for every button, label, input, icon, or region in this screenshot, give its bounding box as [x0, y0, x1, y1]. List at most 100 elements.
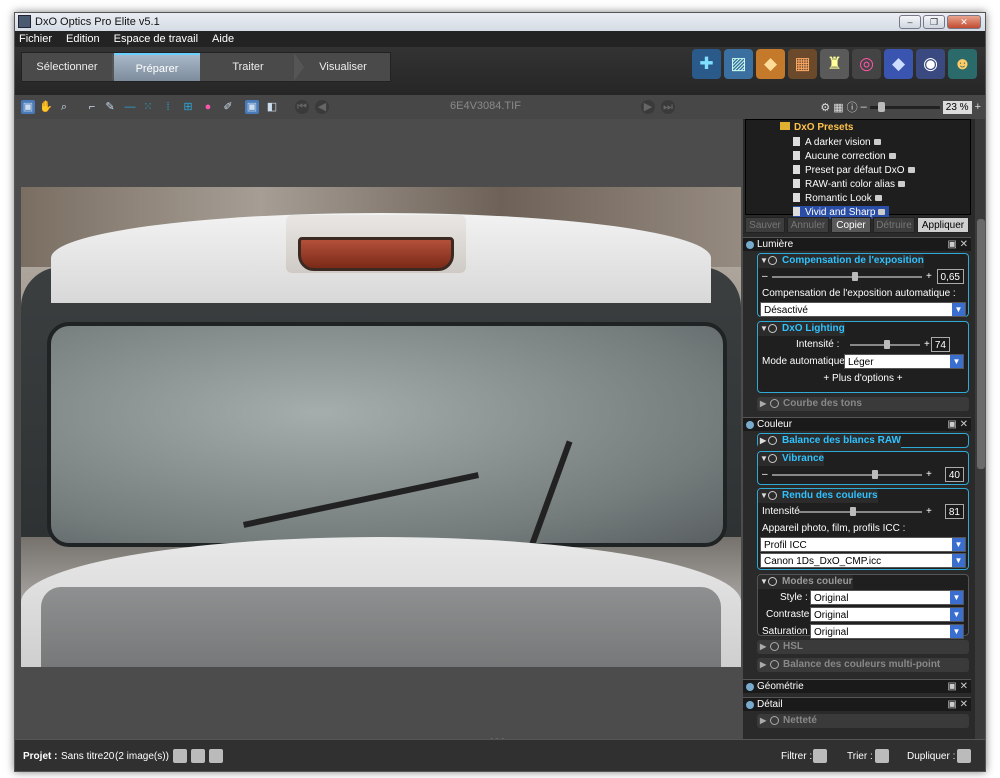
- fit-view-icon[interactable]: ▣: [21, 100, 35, 114]
- color-modes-header[interactable]: Modes couleur: [758, 575, 853, 589]
- plus-icon[interactable]: +: [924, 336, 930, 353]
- palette-lumiere[interactable]: Lumière ▣ ✕: [743, 237, 971, 251]
- lighting-intensity-value[interactable]: 74: [930, 337, 950, 352]
- perspective-icon[interactable]: ⊞: [181, 100, 195, 114]
- hand-icon[interactable]: ✋: [39, 100, 53, 114]
- geometry-cube-icon[interactable]: ◆: [884, 49, 913, 79]
- info-icon[interactable]: ⓘ: [847, 99, 858, 115]
- apply-preset-button[interactable]: Appliquer: [917, 217, 969, 233]
- user-icon[interactable]: ☻: [948, 49, 977, 79]
- plus-icon[interactable]: +: [926, 503, 932, 520]
- saturation-select[interactable]: Original ▼: [810, 624, 964, 639]
- vertical-lines-icon[interactable]: ⁞: [161, 100, 175, 114]
- power-icon[interactable]: [768, 436, 777, 445]
- power-icon[interactable]: [768, 454, 777, 463]
- new-project-icon[interactable]: [173, 749, 187, 763]
- sharpness-section[interactable]: Netteté: [757, 714, 969, 728]
- lighting-header[interactable]: DxO Lighting: [758, 322, 845, 336]
- step-preparer[interactable]: Préparer: [114, 53, 200, 81]
- palette-controls-icon[interactable]: ▣ ✕: [947, 680, 968, 694]
- horizon-icon[interactable]: —: [123, 100, 137, 114]
- split-view-icon[interactable]: ◧: [265, 100, 279, 114]
- more-options-button[interactable]: + Plus d'options +: [758, 370, 968, 387]
- filter-icon[interactable]: [813, 749, 827, 763]
- palette-controls-icon[interactable]: ▣ ✕: [947, 418, 968, 432]
- lighting-slider[interactable]: [850, 340, 920, 349]
- maximize-button[interactable]: ❐: [923, 15, 945, 29]
- eye-detail-icon[interactable]: ◉: [916, 49, 945, 79]
- zoom-icon[interactable]: ⌕: [57, 100, 71, 114]
- menu-fichier[interactable]: Fichier: [19, 31, 52, 47]
- hsl-section[interactable]: HSL: [757, 640, 969, 654]
- palette-couleur[interactable]: Couleur ▣ ✕: [743, 417, 971, 431]
- vibrance-value[interactable]: 40: [944, 467, 964, 482]
- preset-item[interactable]: RAW-anti color alias: [793, 178, 909, 191]
- palette-geometrie[interactable]: Géométrie ▣ ✕: [743, 679, 971, 693]
- edit-project-icon[interactable]: [191, 749, 205, 763]
- tag-icon[interactable]: ◆: [756, 49, 785, 79]
- color-picker-wheel-icon[interactable]: ●: [201, 100, 215, 114]
- cancel-preset-button[interactable]: Annuler: [787, 217, 829, 233]
- vibrance-header[interactable]: Vibrance: [758, 452, 825, 466]
- zoom-in-icon[interactable]: +: [975, 101, 981, 113]
- palette-detail[interactable]: Détail ▣ ✕: [743, 697, 971, 711]
- power-icon[interactable]: [768, 256, 777, 265]
- power-icon[interactable]: [768, 577, 777, 586]
- save-preset-button[interactable]: Sauver: [745, 217, 785, 233]
- vibrance-slider[interactable]: [772, 470, 922, 479]
- white-balance-header[interactable]: Balance des blancs RAW: [758, 434, 901, 448]
- copy-preset-button[interactable]: Copier: [831, 217, 871, 233]
- brush-icon[interactable]: ✎: [103, 100, 117, 114]
- preset-item[interactable]: Preset par défaut DxO: [793, 164, 919, 177]
- preset-item[interactable]: A darker vision: [793, 136, 885, 149]
- exposure-auto-select[interactable]: Désactivé ▼: [760, 302, 966, 317]
- next-image-icon[interactable]: ▶: [641, 100, 655, 114]
- save-preset-icon[interactable]: ▦: [788, 49, 817, 79]
- power-icon[interactable]: [768, 324, 777, 333]
- lighting-mode-select[interactable]: Léger ▼: [844, 354, 964, 369]
- color-rendering-header[interactable]: Rendu des couleurs: [758, 489, 878, 503]
- puzzle-icon[interactable]: ✚: [692, 49, 721, 79]
- zoom-slider[interactable]: [869, 101, 940, 112]
- panel-scrollbar[interactable]: [975, 119, 985, 739]
- previous-image-icon[interactable]: ◀: [315, 100, 329, 114]
- menu-aide[interactable]: Aide: [212, 31, 234, 47]
- icc-profile-select[interactable]: Canon 1Ds_DxO_CMP.icc ▼: [760, 553, 966, 568]
- menu-edition[interactable]: Edition: [66, 31, 100, 47]
- minus-icon[interactable]: –: [762, 469, 768, 480]
- last-image-icon[interactable]: ⏭: [661, 100, 675, 114]
- contrast-select[interactable]: Original ▼: [810, 607, 964, 622]
- step-selectionner[interactable]: Sélectionner: [22, 53, 122, 81]
- style-select[interactable]: Original ▼: [810, 590, 964, 605]
- destroy-preset-button[interactable]: Détruire: [873, 217, 915, 233]
- plus-icon[interactable]: +: [926, 466, 932, 483]
- color-wheel-icon[interactable]: ◎: [852, 49, 881, 79]
- eyedropper-icon[interactable]: ✐: [221, 100, 235, 114]
- exposure-header[interactable]: Compensation de l'exposition: [758, 254, 924, 268]
- minimize-button[interactable]: –: [899, 15, 921, 29]
- plus-icon[interactable]: +: [926, 268, 932, 285]
- rendering-slider[interactable]: [798, 507, 922, 516]
- preset-item[interactable]: Aucune correction: [793, 150, 900, 163]
- palette-controls-icon[interactable]: ▣ ✕: [947, 698, 968, 712]
- lamp-icon[interactable]: ♜: [820, 49, 849, 79]
- white-balance-section[interactable]: Balance des blancs RAW: [757, 433, 969, 448]
- first-image-icon[interactable]: ⏮: [295, 100, 309, 114]
- exposure-value[interactable]: 0,65: [936, 269, 964, 284]
- zoom-value[interactable]: 23 %: [942, 100, 972, 114]
- rendering-intensity-value[interactable]: 81: [944, 504, 964, 519]
- preset-folder[interactable]: DxO Presets: [780, 122, 853, 133]
- zoom-out-icon[interactable]: –: [861, 101, 867, 113]
- close-button[interactable]: ✕: [947, 15, 981, 29]
- crop-icon[interactable]: ⌐: [85, 100, 99, 114]
- image-palette-icon[interactable]: ▨: [724, 49, 753, 79]
- step-traiter[interactable]: Traiter: [202, 53, 304, 81]
- image-viewer[interactable]: • • •: [15, 119, 743, 745]
- palette-controls-icon[interactable]: ▣ ✕: [947, 238, 968, 252]
- duplicate-icon[interactable]: [957, 749, 971, 763]
- grid-toggle-icon[interactable]: ▦: [833, 101, 843, 114]
- grid-icon[interactable]: ⁙: [141, 100, 155, 114]
- preset-item[interactable]: Romantic Look: [793, 192, 886, 205]
- save-project-icon[interactable]: [209, 749, 223, 763]
- exposure-slider[interactable]: [772, 272, 922, 281]
